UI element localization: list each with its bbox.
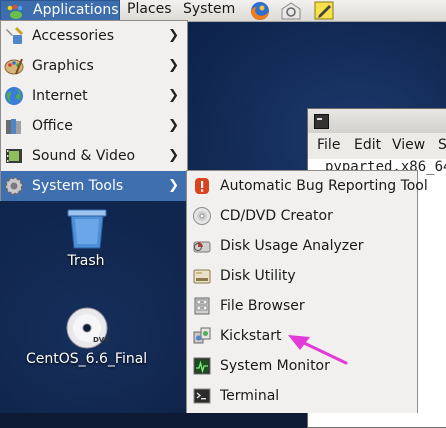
kickstart-icon: [193, 327, 211, 344]
top-panel: Applications Places System: [0, 0, 446, 22]
menu-item-label: Disk Utility: [220, 268, 296, 284]
menu-file[interactable]: File: [317, 137, 340, 153]
dvd-disc-icon: DVD: [66, 307, 109, 349]
menu-item-label: Terminal: [220, 388, 280, 404]
submenu-arrow-icon: ❯: [168, 178, 179, 193]
sound-video-icon: [6, 149, 22, 163]
system-tools-submenu: Automatic Bug Reporting Tool CD/DVD Crea…: [186, 170, 428, 413]
menu-item-accessories[interactable]: Accessories ❯: [1, 21, 187, 51]
menu-search[interactable]: S: [438, 137, 446, 153]
menu-edit[interactable]: Edit: [354, 137, 381, 153]
menu-item-office[interactable]: Office ❯: [1, 111, 187, 141]
menu-item-cd-dvd-creator[interactable]: CD/DVD Creator: [187, 201, 417, 231]
notes-launcher-icon[interactable]: [312, 0, 336, 21]
applications-dropdown: Accessories ❯ Graphics ❯ Internet ❯ Offi…: [0, 20, 188, 201]
trash-desktop-icon[interactable]: Trash: [26, 208, 146, 278]
menu-item-terminal[interactable]: Terminal: [187, 381, 417, 411]
places-menu-button[interactable]: Places: [127, 0, 172, 22]
menu-item-disk-usage-analyzer[interactable]: Disk Usage Analyzer: [187, 231, 417, 261]
menu-item-bug-reporting[interactable]: Automatic Bug Reporting Tool: [187, 171, 428, 201]
submenu-arrow-icon: ❯: [168, 148, 179, 163]
menu-item-label: Internet: [32, 88, 88, 104]
menu-item-internet[interactable]: Internet ❯: [1, 81, 187, 111]
terminal-titlebar[interactable]: [308, 109, 446, 134]
submenu-arrow-icon: ❯: [168, 28, 179, 43]
submenu-arrow-icon: ❯: [168, 58, 179, 73]
menu-item-label: System Tools: [32, 178, 124, 194]
applications-label: Applications: [33, 2, 119, 18]
menu-item-sound-video[interactable]: Sound & Video ❯: [1, 141, 187, 171]
menu-item-file-browser[interactable]: File Browser: [187, 291, 417, 321]
menu-item-label: Kickstart: [220, 328, 282, 344]
accessories-icon: [6, 26, 24, 44]
menu-item-disk-utility[interactable]: Disk Utility: [187, 261, 417, 291]
disk-utility-icon: [193, 269, 211, 284]
trash-label: Trash: [67, 253, 105, 269]
dvd-label: CentOS_6.6_Final: [26, 351, 148, 367]
dvd-desktop-icon[interactable]: DVD CentOS_6.6_Final: [26, 306, 148, 376]
disc-icon: [193, 207, 211, 225]
menu-item-label: Sound & Video: [32, 148, 136, 164]
terminal-window-icon: [314, 114, 329, 129]
trash-icon: [67, 209, 107, 249]
submenu-arrow-icon: ❯: [168, 118, 179, 133]
menu-item-label: Office: [32, 118, 73, 134]
system-tools-icon: [5, 177, 23, 195]
menu-item-graphics[interactable]: Graphics ❯: [1, 51, 187, 81]
firefox-launcher-icon[interactable]: [248, 0, 272, 21]
menu-item-label: Accessories: [32, 28, 115, 44]
office-icon: [6, 119, 21, 134]
internet-icon: [5, 87, 23, 105]
menu-item-label: CD/DVD Creator: [220, 208, 333, 224]
file-browser-icon: [194, 297, 210, 315]
menu-view[interactable]: View: [392, 137, 425, 153]
system-monitor-icon: [193, 357, 211, 375]
system-menu-button[interactable]: System: [183, 0, 235, 22]
gnome-foot-icon: [7, 4, 23, 19]
menu-item-label: Automatic Bug Reporting Tool: [220, 178, 428, 194]
mail-launcher-icon[interactable]: [279, 0, 303, 21]
bug-reporting-icon: [195, 178, 209, 194]
graphics-icon: [4, 58, 24, 75]
annotation-arrow-icon: [288, 335, 348, 365]
terminal-menubar: File Edit View S: [308, 133, 446, 160]
disk-usage-icon: [193, 241, 211, 253]
menu-item-label: File Browser: [220, 298, 305, 314]
applications-menu-button[interactable]: Applications: [0, 0, 120, 22]
dvd-badge: DVD: [93, 336, 109, 344]
menu-item-label: Graphics: [32, 58, 94, 74]
submenu-arrow-icon: ❯: [168, 88, 179, 103]
terminal-icon: [193, 388, 211, 404]
menu-item-label: Disk Usage Analyzer: [220, 238, 364, 254]
menu-item-system-tools[interactable]: System Tools ❯: [1, 171, 187, 201]
